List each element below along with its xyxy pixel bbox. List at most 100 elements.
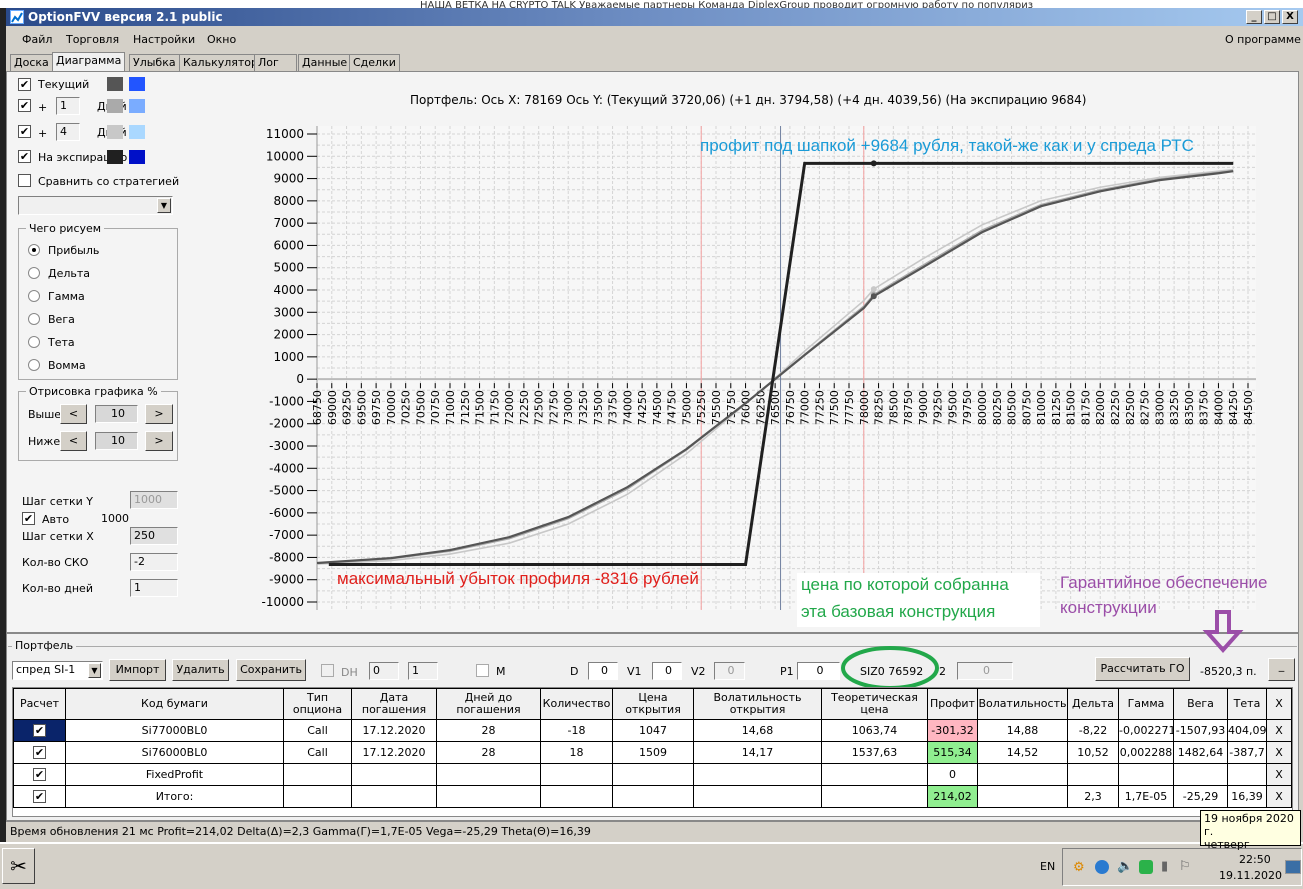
x-tick-label: 71750 bbox=[488, 390, 501, 425]
system-tray: ⚙ 🔈 ▮ ⚐ 22:50 19.11.2020 bbox=[1062, 848, 1302, 886]
cell-4 bbox=[436, 763, 541, 786]
cell-8 bbox=[821, 763, 928, 786]
cell-13: 1482,64 bbox=[1173, 741, 1228, 764]
date-tooltip: 19 ноября 2020 г. четверг bbox=[1200, 810, 1301, 851]
y-tick-label: 6000 bbox=[273, 238, 304, 252]
column-header[interactable]: Вега bbox=[1173, 688, 1228, 720]
x-tick-label: 78000 bbox=[858, 390, 871, 425]
cell-14 bbox=[1227, 763, 1267, 786]
scissors-app-icon[interactable]: ✂ bbox=[2, 848, 35, 884]
y-tick-label: -4000 bbox=[269, 461, 304, 475]
cell-3: 17.12.2020 bbox=[351, 719, 437, 742]
column-header[interactable]: Дней до погашения bbox=[436, 688, 541, 720]
volume-icon[interactable]: 🔈 bbox=[1117, 859, 1133, 874]
table-row[interactable]: ✔ FixedProfit 0 X bbox=[13, 763, 1292, 786]
y-tick-label: -3000 bbox=[269, 439, 304, 453]
column-header[interactable]: Дата погашения bbox=[351, 688, 437, 720]
x-tick-label: 76750 bbox=[784, 390, 797, 425]
calc-checkbox[interactable]: ✔ bbox=[13, 741, 66, 764]
x-tick-label: 83750 bbox=[1198, 390, 1211, 425]
checkbox[interactable]: ✔ bbox=[33, 790, 46, 803]
x-tick-label: 77750 bbox=[843, 390, 856, 425]
column-header[interactable]: Гамма bbox=[1118, 688, 1174, 720]
column-header[interactable]: Волатильность bbox=[977, 688, 1068, 720]
cell-12: 0,002288 bbox=[1118, 741, 1174, 764]
cell-9: 0 bbox=[927, 763, 978, 786]
cursor-point-expiration bbox=[870, 160, 877, 167]
column-header[interactable]: Цена открытия bbox=[612, 688, 694, 720]
cell-5 bbox=[540, 763, 613, 786]
language-indicator[interactable]: EN bbox=[1040, 860, 1055, 873]
checkbox[interactable]: ✔ bbox=[33, 768, 46, 781]
cell-3: 17.12.2020 bbox=[351, 741, 437, 764]
app-tray-icon[interactable] bbox=[1095, 860, 1109, 874]
x-tick-label: 72250 bbox=[518, 390, 531, 425]
y-tick-label: 5000 bbox=[273, 261, 304, 275]
x-tick-label: 79750 bbox=[961, 390, 974, 425]
cell-4: 28 bbox=[436, 719, 541, 742]
checkbox[interactable]: ✔ bbox=[33, 746, 46, 759]
cell-7: 14,68 bbox=[693, 719, 822, 742]
table-row[interactable]: ✔ Итого: 214,02 2,3 1,7E-05 -25,29 16,39 X bbox=[13, 785, 1292, 808]
calc-checkbox[interactable]: ✔ bbox=[13, 719, 66, 742]
remove-row-button[interactable]: X bbox=[1266, 785, 1292, 808]
x-tick-label: 75500 bbox=[710, 390, 723, 425]
cell-10: 14,52 bbox=[977, 741, 1068, 764]
clock-date[interactable]: 19.11.2020 bbox=[1219, 869, 1282, 882]
column-header[interactable]: X bbox=[1266, 688, 1292, 720]
cell-12 bbox=[1118, 763, 1174, 786]
x-tick-label: 72750 bbox=[547, 390, 560, 425]
x-tick-label: 84250 bbox=[1227, 390, 1240, 425]
x-tick-label: 69500 bbox=[355, 390, 368, 425]
y-tick-label: 9000 bbox=[273, 172, 304, 186]
security-icon[interactable] bbox=[1139, 860, 1153, 874]
x-tick-label: 72500 bbox=[533, 390, 546, 425]
y-tick-label: 10000 bbox=[266, 149, 304, 163]
x-tick-label: 69750 bbox=[370, 390, 383, 425]
remove-row-button[interactable]: X bbox=[1266, 719, 1292, 742]
x-tick-label: 70500 bbox=[414, 390, 427, 425]
cell-9: 515,34 bbox=[927, 741, 978, 764]
cell-1: FixedProfit bbox=[65, 763, 284, 786]
power-icon[interactable]: ▮ bbox=[1161, 859, 1168, 874]
cell-3 bbox=[351, 763, 437, 786]
calc-checkbox[interactable]: ✔ bbox=[13, 763, 66, 786]
show-desktop-icon[interactable] bbox=[1285, 860, 1301, 874]
x-tick-label: 77000 bbox=[799, 390, 812, 425]
x-tick-label: 70250 bbox=[400, 390, 413, 425]
clock-time[interactable]: 22:50 bbox=[1239, 853, 1271, 866]
column-header[interactable]: Количество bbox=[540, 688, 613, 720]
x-tick-label: 71000 bbox=[444, 390, 457, 425]
cell-12: 1,7E-05 bbox=[1118, 785, 1174, 808]
calc-checkbox[interactable]: ✔ bbox=[13, 785, 66, 808]
cell-14: 16,39 bbox=[1227, 785, 1267, 808]
x-tick-label: 78250 bbox=[873, 390, 886, 425]
cell-5: -18 bbox=[540, 719, 613, 742]
cursor-point-day4 bbox=[870, 286, 877, 293]
column-header[interactable]: Тип опциона bbox=[283, 688, 352, 720]
table-row[interactable]: ✔ Si76000BL0 Call 17.12.2020 28 18 1509 14,17 15… bbox=[13, 741, 1292, 764]
x-tick-label: 74250 bbox=[636, 390, 649, 425]
table-row[interactable]: ✔ Si77000BL0 Call 17.12.2020 28 -18 1047 14,68 1… bbox=[13, 719, 1292, 742]
x-tick-label: 71250 bbox=[459, 390, 472, 425]
column-header[interactable]: Код бумаги bbox=[65, 688, 284, 720]
column-header[interactable]: Теоретическая цена bbox=[821, 688, 928, 720]
remove-row-button[interactable]: X bbox=[1266, 763, 1292, 786]
column-header[interactable]: Расчет bbox=[13, 688, 66, 720]
checkbox[interactable]: ✔ bbox=[33, 724, 46, 737]
column-header[interactable]: Волатильность открытия bbox=[693, 688, 822, 720]
network-icon[interactable]: ⚙ bbox=[1073, 860, 1085, 875]
x-tick-label: 82750 bbox=[1139, 390, 1152, 425]
remove-row-button[interactable]: X bbox=[1266, 741, 1292, 764]
x-tick-label: 77250 bbox=[813, 390, 826, 425]
column-header[interactable]: Профит bbox=[927, 688, 978, 720]
x-tick-label: 74000 bbox=[621, 390, 634, 425]
cell-10: 14,88 bbox=[977, 719, 1068, 742]
cell-2 bbox=[283, 763, 352, 786]
flag-icon[interactable]: ⚐ bbox=[1179, 859, 1191, 874]
x-tick-label: 71500 bbox=[474, 390, 487, 425]
column-header[interactable]: Дельта bbox=[1067, 688, 1119, 720]
y-tick-label: 2000 bbox=[273, 328, 304, 342]
profit-chart[interactable]: -10000-9000-8000-7000-6000-5000-4000-300… bbox=[0, 0, 1303, 640]
column-header[interactable]: Тета bbox=[1227, 688, 1267, 720]
